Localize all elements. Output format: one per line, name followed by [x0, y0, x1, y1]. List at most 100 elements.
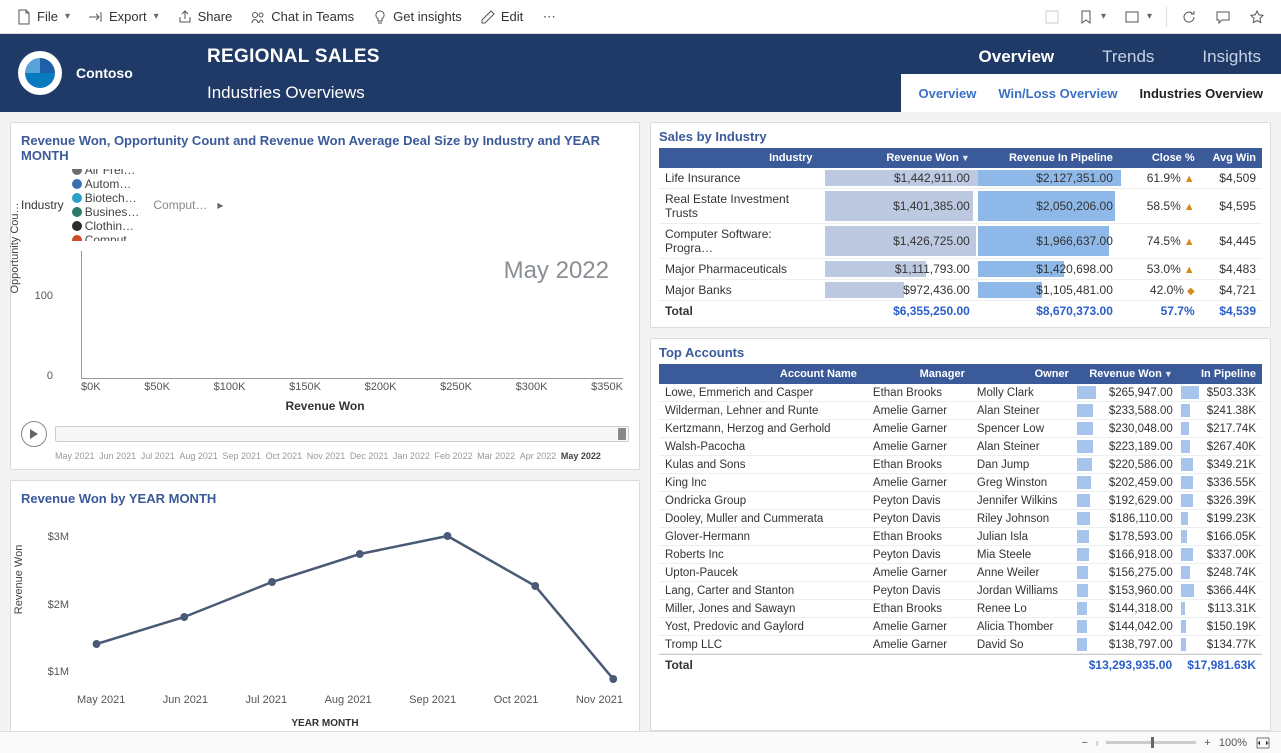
table-row[interactable]: Computer Software: Progra… $1,426,725.00… [659, 224, 1262, 259]
zoom-out-button[interactable]: − [1081, 737, 1087, 749]
insights-button[interactable]: Get insights [364, 5, 470, 29]
tab-insights[interactable]: Insights [1200, 41, 1263, 73]
legend-text: Clothin… [85, 219, 134, 233]
legend-item[interactable]: Autom… [72, 177, 140, 191]
bookmark-menu[interactable]: ▾ [1070, 5, 1114, 29]
th-in-pipeline[interactable]: In Pipeline [1179, 364, 1262, 384]
chart2-yaxis: $3M $2M $1M [21, 524, 73, 692]
table-row[interactable]: Lang, Carter and Stanton Peyton Davis Jo… [659, 582, 1262, 600]
slider-handle[interactable] [618, 428, 626, 440]
reset-button[interactable] [1036, 5, 1068, 29]
table-row[interactable]: Wilderman, Lehner and Runte Amelie Garne… [659, 402, 1262, 420]
line-chart-svg [77, 524, 623, 692]
table-row[interactable]: Yost, Predovic and Gaylord Amelie Garner… [659, 618, 1262, 636]
ellipsis-icon: ⋯ [541, 9, 557, 25]
top-accounts-card[interactable]: Top Accounts Account Name Manager Owner … [650, 338, 1271, 731]
subnav-winloss[interactable]: Win/Loss Overview [998, 86, 1117, 101]
table-row[interactable]: Real Estate Investment Trusts $1,401,385… [659, 189, 1262, 224]
table-row[interactable]: Major Pharmaceuticals $1,111,793.00 $1,4… [659, 259, 1262, 280]
table-row[interactable]: Tromp LLC Amelie Garner David So $138,79… [659, 636, 1262, 654]
chart2-plot[interactable]: Revenue Won $3M $2M $1M May 2021Jun [21, 520, 629, 720]
total-row: Total$6,355,250.00$8,670,373.0057.7%$4,5… [659, 301, 1262, 322]
chart2-plotarea[interactable] [77, 524, 623, 692]
th-rev-won[interactable]: Revenue Won▼ [1075, 364, 1179, 384]
comment-icon [1215, 9, 1231, 25]
legend-item[interactable]: Clothin… [72, 219, 140, 233]
zoom-slider[interactable] [1106, 741, 1196, 744]
view-menu[interactable]: ▾ [1116, 5, 1160, 29]
table-row[interactable]: Walsh-Pacocha Amelie Garner Alan Steiner… [659, 438, 1262, 456]
table-row[interactable]: Major Banks $972,436.00 $1,105,481.00 42… [659, 280, 1262, 301]
legend-dot-icon [72, 169, 82, 175]
chart1-plot[interactable]: Opportunity Cou… 100 0 May 2022 $0K$50K$… [21, 251, 629, 397]
table-row[interactable]: King Inc Amelie Garner Greg Winston $202… [659, 474, 1262, 492]
subnav-overview[interactable]: Overview [919, 86, 977, 101]
th-industry[interactable]: Industry [659, 148, 823, 168]
legend-text: Busines… [85, 205, 140, 219]
comment-button[interactable] [1207, 5, 1239, 29]
edit-button[interactable]: Edit [472, 5, 531, 29]
table-row[interactable]: Miller, Jones and Sawayn Ethan Brooks Re… [659, 600, 1262, 618]
share-label: Share [198, 9, 233, 24]
scatter-chart-card[interactable]: Revenue Won, Opportunity Count and Reven… [10, 122, 640, 470]
accounts-total-row: Total $13,293,935.00 $17,981.63K [659, 655, 1262, 676]
th-close[interactable]: Close % [1119, 148, 1201, 168]
sales-table-title: Sales by Industry [659, 129, 1262, 144]
sales-industry-table: Industry Revenue Won▼ Revenue In Pipelin… [659, 148, 1262, 321]
chart1-frame-label: May 2022 [504, 257, 609, 285]
more-button[interactable]: ⋯ [533, 5, 565, 29]
reset-icon [1044, 9, 1060, 25]
table-row[interactable]: Upton-Paucek Amelie Garner Anne Weiler $… [659, 564, 1262, 582]
share-button[interactable]: Share [169, 5, 241, 29]
th-account[interactable]: Account Name [659, 364, 867, 384]
refresh-button[interactable] [1173, 5, 1205, 29]
chat-label: Chat in Teams [271, 9, 354, 24]
separator [1166, 7, 1167, 27]
favorite-button[interactable] [1241, 5, 1273, 29]
subnav-industries[interactable]: Industries Overview [1139, 86, 1263, 101]
export-menu[interactable]: Export ▾ [80, 5, 167, 29]
legend-item[interactable]: Busines… [72, 205, 140, 219]
file-menu[interactable]: File ▾ [8, 5, 78, 29]
report-banner: Contoso REGIONAL SALES Overview Trends I… [0, 34, 1281, 112]
chevron-down-icon: ▾ [1101, 11, 1106, 22]
th-revenue-won[interactable]: Revenue Won▼ [823, 148, 976, 168]
chat-teams-button[interactable]: Chat in Teams [242, 5, 362, 29]
sort-desc-icon: ▼ [1164, 369, 1173, 379]
legend-item[interactable]: Biotech… [72, 191, 140, 205]
sales-industry-card[interactable]: Sales by Industry Industry Revenue Won▼ … [650, 122, 1271, 328]
table-row[interactable]: Roberts Inc Peyton Davis Mia Steele $166… [659, 546, 1262, 564]
timeline-labels: May 2021Jun 2021Jul 2021Aug 2021Sep 2021… [21, 451, 629, 461]
table-row[interactable]: Kulas and Sons Ethan Brooks Dan Jump $22… [659, 456, 1262, 474]
table-row[interactable]: Lowe, Emmerich and Casper Ethan Brooks M… [659, 384, 1262, 402]
th-owner[interactable]: Owner [971, 364, 1075, 384]
chart1-plotarea[interactable]: May 2022 [81, 251, 623, 379]
tab-overview[interactable]: Overview [977, 41, 1057, 73]
tab-trends[interactable]: Trends [1100, 41, 1156, 73]
time-slider[interactable] [55, 426, 629, 442]
accounts-scroll[interactable]: Lowe, Emmerich and Casper Ethan Brooks M… [659, 384, 1262, 654]
fit-page-icon[interactable] [1255, 735, 1271, 751]
th-pipeline[interactable]: Revenue In Pipeline [976, 148, 1119, 168]
table-row[interactable]: Glover-Hermann Ethan Brooks Julian Isla … [659, 528, 1262, 546]
play-button[interactable] [21, 421, 47, 447]
line-chart-card[interactable]: Revenue Won by YEAR MONTH Revenue Won $3… [10, 480, 640, 731]
refresh-icon [1181, 9, 1197, 25]
zoom-in-button[interactable]: + [1204, 737, 1210, 749]
th-avg-win[interactable]: Avg Win [1201, 148, 1262, 168]
table-row[interactable]: Ondricka Group Peyton Davis Jennifer Wil… [659, 492, 1262, 510]
zoom-handle[interactable] [1151, 737, 1154, 748]
th-manager[interactable]: Manager [867, 364, 971, 384]
table-row[interactable]: Life Insurance $1,442,911.00 $2,127,351.… [659, 168, 1262, 189]
table-row[interactable]: Kertzmann, Herzog and Gerhold Amelie Gar… [659, 420, 1262, 438]
legend-item[interactable]: Air Frei… [72, 169, 140, 177]
legend-label: Industry [21, 198, 64, 212]
teams-icon [250, 9, 266, 25]
table-row[interactable]: Dooley, Muller and Cummerata Peyton Davi… [659, 510, 1262, 528]
chevron-right-icon[interactable]: ▸ [217, 198, 223, 212]
legend-more[interactable]: Comput… [153, 198, 207, 212]
legend-item[interactable]: Comput… [72, 233, 140, 241]
star-icon [1249, 9, 1265, 25]
lightbulb-icon [372, 9, 388, 25]
top-accounts-table: Account Name Manager Owner Revenue Won▼ … [659, 364, 1262, 384]
